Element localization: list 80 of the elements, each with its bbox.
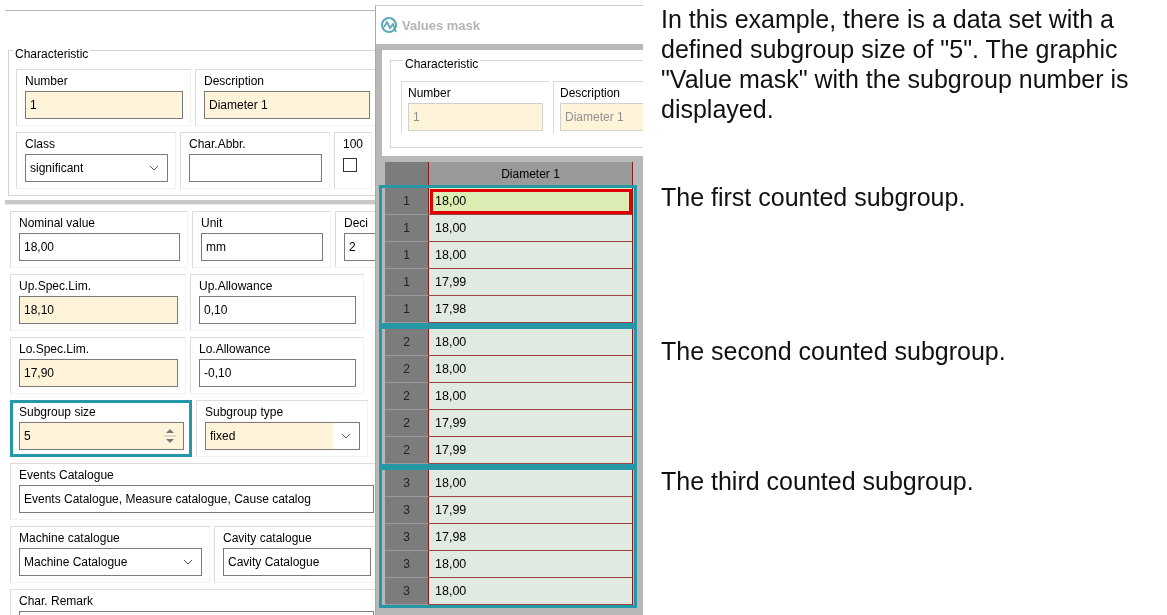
- subgroup-number: 3: [385, 524, 429, 551]
- subgroup-number: 3: [385, 470, 429, 497]
- value-cell[interactable]: 18,00: [429, 356, 633, 383]
- field-label: Unit: [201, 216, 224, 231]
- text-field[interactable]: Diameter 1: [204, 91, 370, 119]
- value-cell[interactable]: 18,00: [429, 470, 633, 497]
- value-cell[interactable]: 17,98: [429, 296, 633, 323]
- field-label: Up.Allowance: [199, 279, 274, 294]
- intro-paragraph: In this example, there is a data set with a defined subgroup size of "5". The graphic "Value mask" with the subgroup number is displayed.: [661, 4, 1130, 124]
- subgroup-number: 1: [385, 269, 429, 296]
- subgroup-number: 3: [385, 497, 429, 524]
- value-cell[interactable]: 18,00: [429, 551, 633, 578]
- chevron-down-icon: [149, 165, 159, 171]
- window-title: Values mask: [402, 17, 481, 33]
- row-header: [385, 162, 429, 185]
- value-cell[interactable]: 17,98: [429, 524, 633, 551]
- subgroup-number: 2: [385, 410, 429, 437]
- field-label: Machine catalogue: [19, 531, 121, 546]
- field-label: Class: [25, 137, 56, 152]
- subgroup-number: 2: [385, 437, 429, 464]
- chart-logo-icon: [380, 16, 398, 34]
- chevron-down-icon: [183, 559, 193, 565]
- value-cell[interactable]: 17,99: [429, 410, 633, 437]
- value-cell[interactable]: 18,00: [429, 188, 633, 215]
- field-label: Number: [408, 86, 452, 101]
- field-label: Cavity catalogue: [223, 531, 313, 546]
- field-label: Events Catalogue: [19, 468, 115, 483]
- value-cell[interactable]: 17,99: [429, 437, 633, 464]
- text-field[interactable]: 17,90: [19, 359, 178, 387]
- group-title: Characteristic: [403, 57, 481, 71]
- subgroup-number: 1: [385, 215, 429, 242]
- field-label: Char. Remark: [19, 594, 95, 609]
- subgroup-number: 2: [385, 329, 429, 356]
- text-field[interactable]: -0,10: [199, 359, 356, 387]
- value-cell[interactable]: 18,00: [429, 578, 633, 605]
- text-field[interactable]: 0,10: [199, 296, 356, 324]
- checkbox[interactable]: [343, 158, 357, 172]
- field-label: Number: [25, 74, 69, 89]
- text-field[interactable]: 18,00: [19, 233, 180, 261]
- field-label: Description: [560, 86, 622, 101]
- field-label: Subgroup size: [19, 405, 97, 420]
- field-label: Lo.Spec.Lim.: [19, 342, 91, 357]
- dropdown[interactable]: fixed: [205, 422, 360, 450]
- text-field[interactable]: Events Catalogue, Measure catalogue, Cause catalog: [19, 485, 374, 513]
- field-label: Nominal value: [19, 216, 97, 231]
- chevron-down-icon: [341, 433, 351, 439]
- value-cell[interactable]: 18,00: [429, 242, 633, 269]
- subgroup-number: 1: [385, 188, 429, 215]
- note-text: The third counted subgroup.: [661, 466, 975, 496]
- value-cell[interactable]: 17,99: [429, 269, 633, 296]
- field-label: Deci: [344, 216, 369, 231]
- value-cell[interactable]: 18,00: [429, 383, 633, 410]
- subgroup-number: 3: [385, 551, 429, 578]
- text-field[interactable]: 18,10: [19, 296, 178, 324]
- column-header: Diameter 1: [429, 162, 633, 185]
- group-title: Characteristic: [13, 47, 91, 61]
- spin-field[interactable]: 5: [19, 422, 184, 450]
- field-label: Subgroup type: [205, 405, 285, 420]
- note-text: The second counted subgroup.: [661, 336, 1007, 366]
- text-field[interactable]: [189, 154, 322, 182]
- value-cell[interactable]: 18,00: [429, 215, 633, 242]
- text-field[interactable]: 1: [25, 91, 183, 119]
- subgroup-number: 2: [385, 383, 429, 410]
- field-label: Char.Abbr.: [189, 137, 247, 152]
- field-label: Lo.Allowance: [199, 342, 272, 357]
- value-cell[interactable]: 17,99: [429, 497, 633, 524]
- subgroup-number: 1: [385, 242, 429, 269]
- subgroup-number: 1: [385, 296, 429, 323]
- field-label: 100: [343, 137, 364, 152]
- field-label: Description: [204, 74, 266, 89]
- note-text: The first counted subgroup.: [661, 182, 967, 212]
- subgroup-number: 2: [385, 356, 429, 383]
- text-field[interactable]: 2: [344, 233, 375, 261]
- value-cell[interactable]: 18,00: [429, 329, 633, 356]
- subgroup-number: 3: [385, 578, 429, 605]
- field-label: Up.Spec.Lim.: [19, 279, 93, 294]
- dropdown[interactable]: Machine Catalogue: [19, 548, 202, 576]
- text-field[interactable]: mm: [201, 233, 323, 261]
- dropdown[interactable]: significant: [25, 154, 168, 182]
- text-field[interactable]: Cavity Catalogue: [223, 548, 371, 576]
